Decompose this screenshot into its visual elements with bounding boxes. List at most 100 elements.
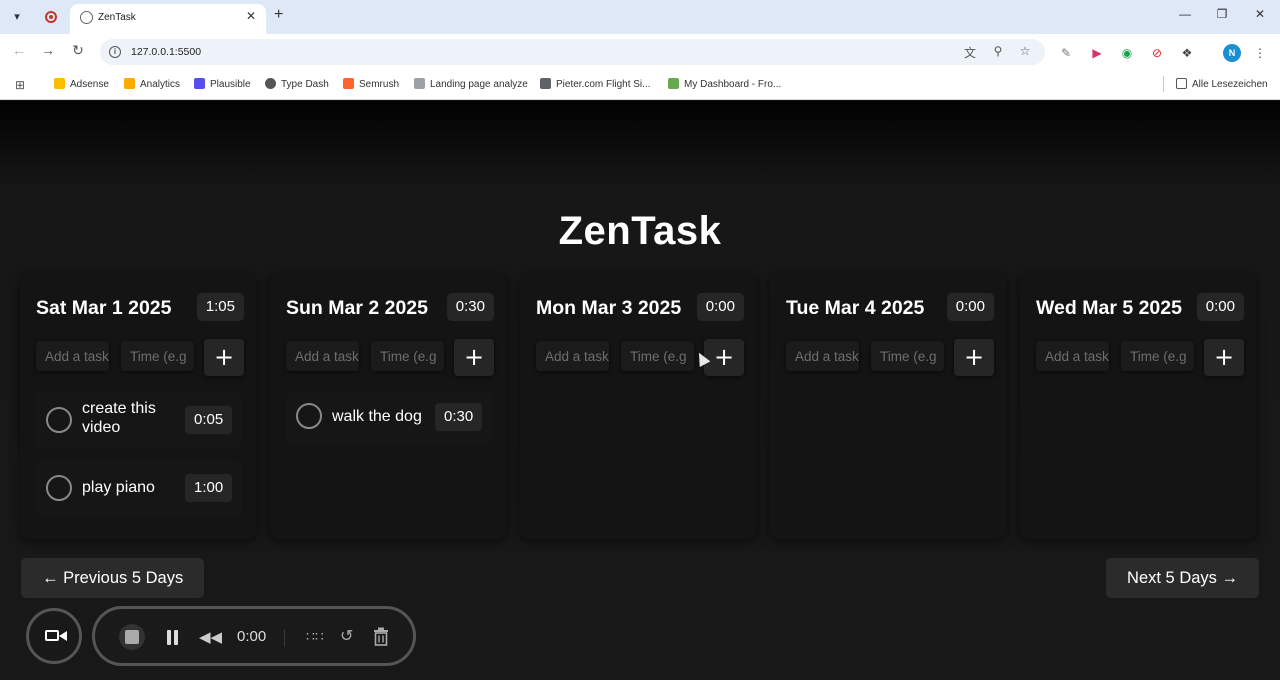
task-duration: 1:00 — [185, 474, 233, 502]
bookmark-type-dash[interactable]: Type Dash — [265, 78, 329, 90]
recording-tab[interactable] — [38, 7, 64, 27]
day-column-1: Sat Mar 1 2025 1:05 + create this video … — [20, 273, 256, 539]
task-text: play piano — [82, 479, 155, 496]
task-item: create this video 0:05 — [36, 391, 242, 449]
bookmark-landing-page[interactable]: Landing page analyze — [414, 78, 528, 90]
analytics-icon — [124, 78, 135, 89]
bookmark-pieter[interactable]: Pieter.com Flight Si... — [540, 78, 650, 90]
video-extension-icon[interactable]: ▶ — [1089, 45, 1105, 61]
add-task-button[interactable]: + — [1204, 339, 1244, 376]
trash-icon[interactable] — [373, 627, 389, 646]
browser-tab-strip: ▾ ZenTask ✕ + — ❐ ✕ — [0, 0, 1280, 34]
day-column-2: Sun Mar 2 2025 0:30 + walk the dog 0:30 — [270, 273, 506, 539]
time-input[interactable] — [371, 341, 444, 371]
grid-icon[interactable]: ∷∷ — [306, 628, 324, 645]
task-text: walk the dog — [332, 408, 422, 425]
globe-icon — [80, 11, 93, 24]
stop-icon — [125, 630, 139, 644]
bookmarks-bar: ⊞ Adsense Analytics Plausible Type Dash … — [0, 70, 1280, 100]
profile-avatar[interactable]: N — [1223, 44, 1241, 62]
day-total-time: 0:00 — [946, 293, 994, 321]
bookmark-plausible[interactable]: Plausible — [194, 78, 251, 90]
bookmark-semrush[interactable]: Semrush — [343, 78, 399, 90]
rewind-icon[interactable]: ◀◀ — [199, 628, 222, 646]
time-input[interactable] — [621, 341, 694, 371]
forward-icon[interactable]: → — [38, 42, 58, 58]
day-total-time: 1:05 — [196, 293, 244, 321]
task-input[interactable] — [1036, 341, 1109, 371]
pause-icon[interactable] — [166, 630, 180, 645]
time-input[interactable] — [121, 341, 194, 371]
app-title: ZenTask — [558, 209, 722, 253]
add-task-button[interactable]: + — [454, 339, 494, 376]
tab-search-icon[interactable]: ▾ — [8, 8, 26, 26]
complete-checkbox[interactable] — [46, 407, 72, 433]
apps-grid-icon[interactable]: ⊞ — [15, 78, 25, 92]
task-input[interactable] — [536, 341, 609, 371]
bookmark-separator — [1163, 76, 1164, 92]
restore-icon[interactable]: ❐ — [1212, 7, 1232, 21]
plausible-icon — [194, 78, 205, 89]
pen-extension-icon[interactable]: ✎ — [1058, 45, 1074, 61]
complete-checkbox[interactable] — [46, 475, 72, 501]
time-input[interactable] — [1121, 341, 1194, 371]
bookmark-dashboard[interactable]: My Dashboard - Fro... — [668, 78, 781, 90]
site-info-icon[interactable]: i — [109, 46, 121, 58]
restart-icon[interactable]: ↺ — [340, 626, 353, 646]
recorder-divider — [284, 629, 285, 647]
stop-button[interactable] — [119, 624, 145, 650]
task-input[interactable] — [286, 341, 359, 371]
block-extension-icon[interactable]: ⊘ — [1149, 45, 1165, 61]
day-total-time: 0:30 — [446, 293, 494, 321]
recorder-controls: ◀◀ 0:00 ∷∷ ↺ — [92, 606, 416, 666]
record-icon — [45, 11, 57, 23]
bookmark-analytics[interactable]: Analytics — [124, 78, 180, 90]
add-task-button[interactable]: + — [954, 339, 994, 376]
grammar-extension-icon[interactable]: ◉ — [1119, 45, 1135, 61]
url-text: 127.0.0.1:5500 — [131, 46, 202, 58]
camera-toggle-button[interactable] — [26, 608, 82, 664]
address-bar[interactable]: i 127.0.0.1:5500 文 ⚲ ☆ — [100, 39, 1045, 65]
day-total-time: 0:00 — [696, 293, 744, 321]
video-camera-icon — [45, 630, 59, 641]
next-days-button[interactable]: Next 5 Days → — [1106, 558, 1259, 598]
folder-icon — [1176, 78, 1187, 89]
reload-icon[interactable]: ↻ — [68, 42, 88, 59]
previous-days-button[interactable]: ← Previous 5 Days — [21, 558, 205, 598]
browser-menu-icon[interactable]: ⋮ — [1252, 45, 1268, 61]
day-date: Sun Mar 2 2025 — [286, 297, 428, 319]
tab-title: ZenTask — [98, 12, 136, 23]
extensions-puzzle-icon[interactable]: ❖ — [1179, 45, 1195, 61]
new-tab-icon[interactable]: + — [274, 6, 283, 24]
complete-checkbox[interactable] — [296, 403, 322, 429]
add-task-button[interactable]: + — [204, 339, 244, 376]
plane-icon — [540, 78, 551, 89]
bookmark-adsense[interactable]: Adsense — [54, 78, 109, 90]
zoom-icon[interactable]: ⚲ — [990, 44, 1006, 58]
task-input[interactable] — [36, 341, 109, 371]
day-total-time: 0:00 — [1196, 293, 1244, 321]
all-bookmarks-folder[interactable]: Alle Lesezeichen — [1176, 78, 1268, 90]
translate-icon[interactable]: 文 — [962, 44, 978, 61]
time-input[interactable] — [871, 341, 944, 371]
window-close-icon[interactable]: ✕ — [1250, 7, 1270, 21]
day-date: Wed Mar 5 2025 — [1036, 297, 1182, 319]
task-duration: 0:30 — [435, 403, 483, 431]
task-text: create this video — [82, 400, 156, 436]
task-input[interactable] — [786, 341, 859, 371]
minimize-icon[interactable]: — — [1175, 7, 1195, 21]
bookmark-star-icon[interactable]: ☆ — [1017, 44, 1033, 58]
active-tab[interactable]: ZenTask ✕ — [70, 4, 266, 34]
add-task-button[interactable]: + — [704, 339, 744, 376]
semrush-icon — [343, 78, 354, 89]
adsense-icon — [54, 78, 65, 89]
close-tab-icon[interactable]: ✕ — [246, 9, 256, 23]
back-icon[interactable]: ← — [9, 42, 29, 58]
day-date: Sat Mar 1 2025 — [36, 297, 172, 319]
dashboard-icon — [668, 78, 679, 89]
chart-icon — [414, 78, 425, 89]
task-item: walk the dog 0:30 — [286, 391, 492, 443]
day-date: Mon Mar 3 2025 — [536, 297, 682, 319]
day-column-5: Wed Mar 5 2025 0:00 + — [1020, 273, 1256, 539]
browser-toolbar: ← → ↻ i 127.0.0.1:5500 文 ⚲ ☆ — [0, 34, 1280, 70]
